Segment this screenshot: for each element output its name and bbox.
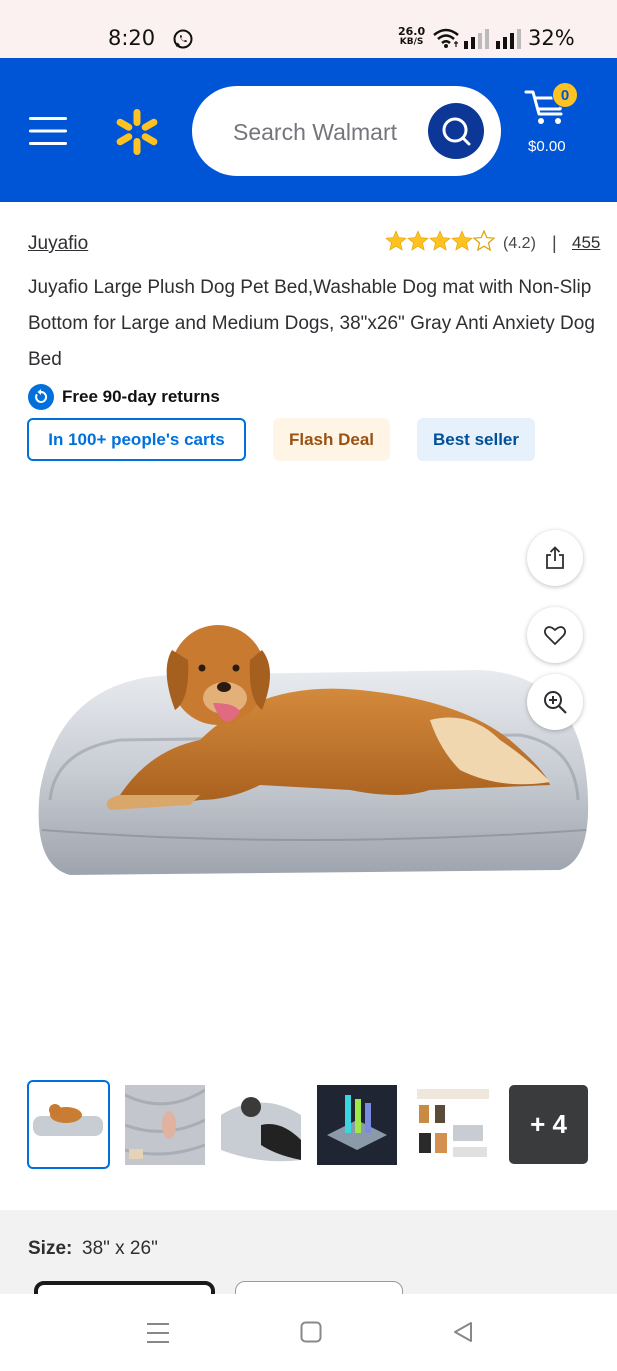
carts-badge: In 100+ people's carts (27, 418, 246, 461)
rating-value: (4.2) (503, 235, 536, 252)
returns-icon (28, 384, 54, 410)
back-icon[interactable] (452, 1321, 474, 1343)
speed-value: 26.0 (398, 25, 426, 38)
signal-icon (464, 29, 489, 49)
zoom-button[interactable] (527, 674, 583, 730)
recent-apps-icon[interactable] (146, 1322, 170, 1344)
review-count-link[interactable]: 455 (572, 233, 600, 253)
wifi-icon (433, 28, 459, 48)
zoom-in-icon (544, 691, 567, 714)
more-images-button[interactable]: + 4 (509, 1085, 588, 1164)
thumbnail-5[interactable] (413, 1085, 493, 1165)
star-icon (385, 230, 496, 252)
battery-level: 32% (528, 26, 575, 50)
product-image[interactable] (0, 500, 617, 1060)
rating-separator: | (552, 233, 557, 253)
signal-icon (496, 29, 521, 49)
whatsapp-icon (173, 29, 193, 49)
search-bar[interactable]: Search Walmart (192, 86, 501, 176)
home-icon[interactable] (300, 1321, 322, 1343)
search-icon (442, 117, 471, 146)
rating-stars (385, 230, 496, 252)
favorite-button[interactable] (527, 607, 583, 663)
best-seller-badge: Best seller (417, 418, 535, 461)
size-label: Size: (28, 1238, 73, 1259)
share-button[interactable] (527, 530, 583, 586)
flash-deal-badge: Flash Deal (273, 418, 390, 461)
thumbnail-4[interactable] (317, 1085, 397, 1165)
status-time: 8:20 (108, 26, 156, 50)
walmart-spark-icon[interactable] (113, 108, 161, 156)
cart-total[interactable]: $0.00 (528, 138, 566, 155)
menu-icon[interactable] (28, 115, 68, 147)
product-title: Juyafio Large Plush Dog Pet Bed,Washable… (28, 277, 595, 370)
share-icon (546, 546, 564, 569)
search-button[interactable] (428, 103, 484, 159)
speed-unit: KB/S (399, 37, 424, 47)
search-input[interactable]: Search Walmart (233, 119, 397, 146)
free-returns-text: Free 90-day returns (62, 387, 220, 406)
thumbnail-1[interactable] (27, 1080, 110, 1169)
system-nav-bar (0, 1294, 617, 1371)
size-value: 38" x 26" (82, 1238, 158, 1259)
network-speed: 26.0 KB/S (398, 25, 426, 47)
status-bar: 8:20 26.0 KB/S 32% (0, 0, 617, 58)
size-section: Size: 38" x 26" (0, 1210, 617, 1311)
cart-count-badge: 0 (552, 82, 578, 108)
thumbnail-3[interactable] (221, 1085, 301, 1165)
brand-link[interactable]: Juyafio (28, 233, 88, 255)
heart-icon (543, 626, 567, 646)
thumbnail-2[interactable] (125, 1085, 205, 1165)
